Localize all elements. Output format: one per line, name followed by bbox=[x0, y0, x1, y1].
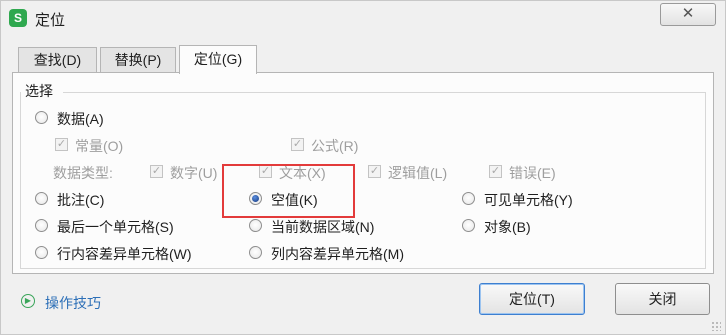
tab-replace[interactable]: 替换(P) bbox=[100, 47, 176, 73]
dialog-title: 定位 bbox=[35, 12, 66, 29]
checkbox-logical[interactable]: ✓ bbox=[368, 165, 381, 178]
checkbox-numbers[interactable]: ✓ bbox=[150, 165, 163, 178]
option-comments-label: 批注(C) bbox=[57, 192, 105, 208]
option-objects-label: 对象(B) bbox=[484, 219, 531, 235]
checkbox-constants[interactable]: ✓ bbox=[55, 138, 68, 151]
tab-find[interactable]: 查找(D) bbox=[18, 47, 97, 73]
option-logical-label: 逻辑值(L) bbox=[388, 165, 448, 181]
option-row-differences-label: 行内容差异单元格(W) bbox=[57, 246, 192, 262]
resize-grip-icon[interactable] bbox=[711, 321, 721, 331]
radio-row-differences[interactable] bbox=[35, 246, 48, 259]
close-dialog-button[interactable]: 关闭 bbox=[615, 283, 710, 315]
play-icon: ▶ bbox=[21, 294, 35, 308]
option-visible-cells-label: 可见单元格(Y) bbox=[484, 192, 573, 208]
radio-last-cell[interactable] bbox=[35, 219, 48, 232]
radio-visible-cells[interactable] bbox=[462, 192, 475, 205]
goto-dialog: S 定位 ✕ 查找(D) 替换(P) 定位(G) 选择 数据(A) ✓ 常量(O… bbox=[0, 0, 726, 335]
checkbox-errors[interactable]: ✓ bbox=[489, 165, 502, 178]
tips-link-label: 操作技巧 bbox=[45, 295, 101, 311]
option-data-label: 数据(A) bbox=[57, 111, 104, 127]
wps-logo-icon: S bbox=[9, 9, 27, 27]
goto-panel: 选择 数据(A) ✓ 常量(O) ✓ 公式(R) 数据类型: ✓ 数字(U) ✓… bbox=[12, 72, 714, 274]
goto-button[interactable]: 定位(T) bbox=[479, 283, 585, 315]
option-column-differences-label: 列内容差异单元格(M) bbox=[271, 246, 404, 262]
option-last-cell-label: 最后一个单元格(S) bbox=[57, 219, 174, 235]
data-types-label: 数据类型: bbox=[53, 165, 113, 181]
tab-goto[interactable]: 定位(G) bbox=[179, 45, 257, 74]
close-button[interactable]: ✕ bbox=[660, 3, 716, 26]
title-bar[interactable]: S 定位 ✕ bbox=[1, 1, 725, 35]
radio-data[interactable] bbox=[35, 111, 48, 124]
annotation-highlight-box bbox=[222, 164, 355, 218]
selection-group-legend: 选择 bbox=[25, 83, 53, 99]
selection-group-border bbox=[20, 92, 706, 269]
option-current-region-label: 当前数据区域(N) bbox=[271, 219, 375, 235]
option-formulas-label: 公式(R) bbox=[311, 138, 359, 154]
checkbox-formulas[interactable]: ✓ bbox=[291, 138, 304, 151]
radio-current-region[interactable] bbox=[249, 219, 262, 232]
option-errors-label: 错误(E) bbox=[509, 165, 556, 181]
radio-comments[interactable] bbox=[35, 192, 48, 205]
option-constants-label: 常量(O) bbox=[75, 138, 124, 154]
option-numbers-label: 数字(U) bbox=[170, 165, 218, 181]
selection-group-top-border bbox=[63, 92, 706, 93]
radio-objects[interactable] bbox=[462, 219, 475, 232]
close-icon: ✕ bbox=[681, 5, 695, 22]
radio-column-differences[interactable] bbox=[249, 246, 262, 259]
